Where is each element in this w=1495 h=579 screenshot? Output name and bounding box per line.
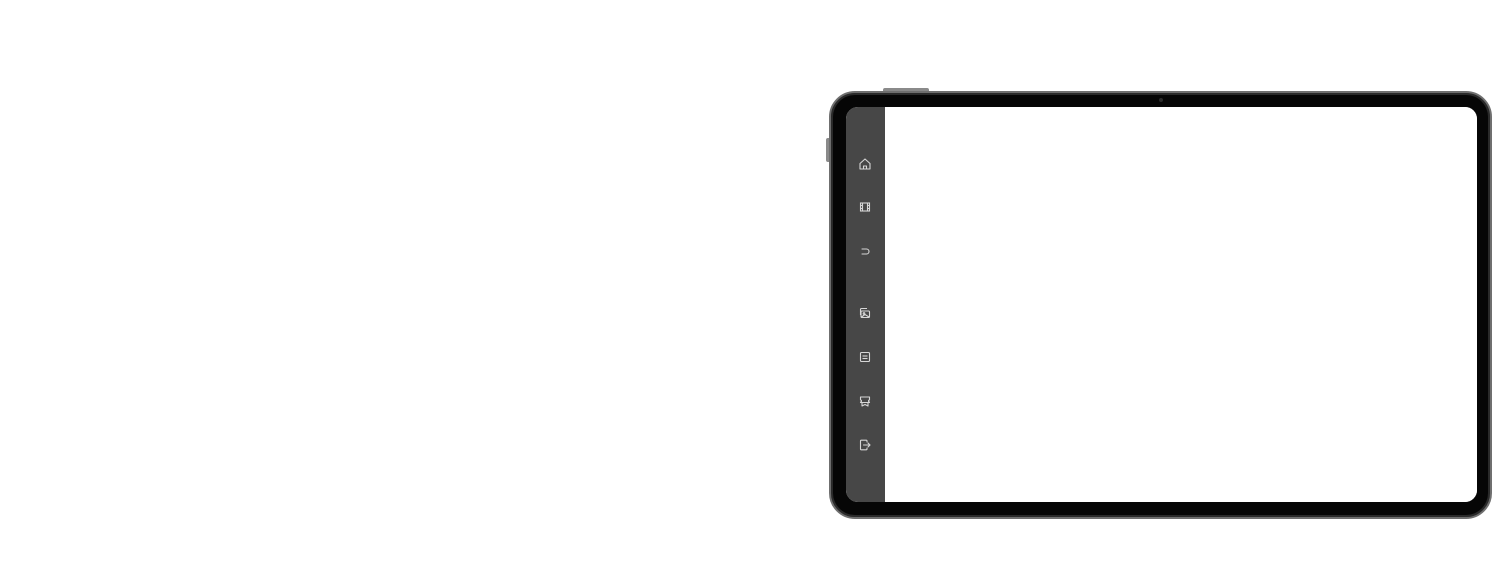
ticket-icon[interactable] (858, 394, 872, 408)
sidebar-nav (846, 107, 885, 502)
exit-icon[interactable] (858, 438, 872, 452)
front-camera (1159, 98, 1163, 102)
home-icon[interactable] (858, 157, 872, 171)
page-background (0, 0, 1495, 579)
film-icon[interactable] (858, 200, 872, 214)
save-icon[interactable] (858, 350, 872, 364)
gallery-icon[interactable] (858, 306, 872, 320)
main-content-area (885, 107, 1477, 502)
undo-icon[interactable] (858, 244, 872, 258)
tablet-screen (846, 107, 1477, 502)
